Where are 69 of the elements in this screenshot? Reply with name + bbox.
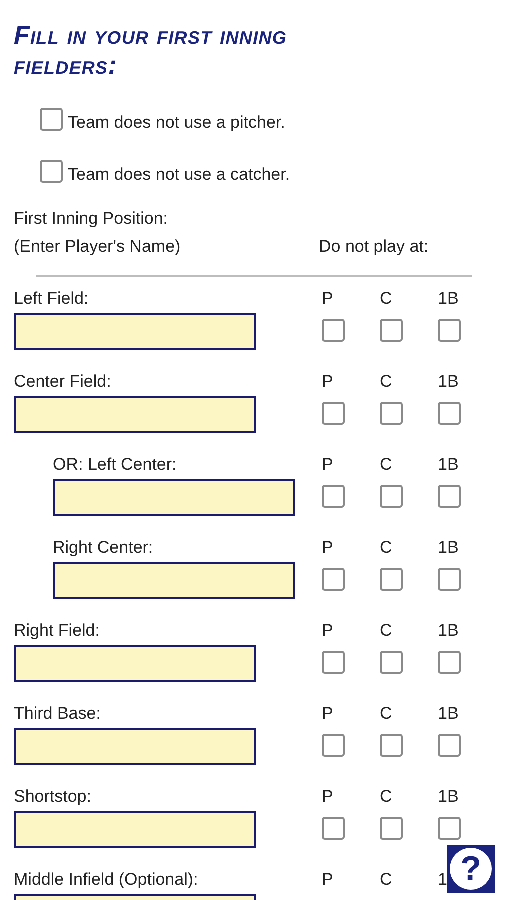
name-hint: (Enter Player's Name) — [14, 236, 182, 258]
column-label: P — [322, 704, 334, 723]
column-label: 1B — [438, 538, 459, 557]
checkbox[interactable] — [438, 817, 460, 840]
column-label: 1B — [438, 704, 459, 723]
column-label: C — [380, 372, 392, 391]
option-label: Team does not use a catcher. — [68, 164, 290, 186]
checkbox[interactable] — [380, 734, 402, 757]
player-name-field[interactable] — [53, 562, 295, 599]
player-name-field[interactable] — [14, 728, 256, 765]
player-name-field[interactable] — [53, 479, 295, 516]
column-label: P — [322, 372, 334, 391]
option-label: Team does not use a pitcher. — [68, 112, 286, 134]
column-label: 1 — [438, 870, 448, 889]
column-label: C — [380, 870, 392, 889]
checkbox[interactable] — [40, 108, 63, 132]
column-label: 1B — [438, 289, 459, 308]
checkbox[interactable] — [380, 485, 402, 508]
position-label: Left Field: — [14, 288, 90, 310]
checkbox[interactable] — [438, 568, 460, 591]
position-label: Third Base: — [14, 703, 102, 726]
checkbox[interactable] — [438, 402, 460, 425]
checkbox[interactable] — [322, 402, 344, 425]
column-label: 1B — [438, 372, 459, 391]
checkbox[interactable] — [380, 651, 402, 674]
exclude-heading: Do not play at: — [319, 236, 429, 258]
help-button[interactable]: ? — [447, 845, 495, 893]
column-label: C — [380, 787, 392, 806]
position-label: Middle Infield (Optional): — [14, 869, 200, 892]
checkbox[interactable] — [322, 734, 344, 757]
checkbox[interactable] — [438, 651, 460, 674]
column-label: P — [322, 621, 334, 640]
column-label: C — [380, 455, 392, 474]
form-title: Fill in your first inning fielders: — [14, 20, 288, 80]
section-heading: First Inning Position: — [14, 208, 170, 230]
column-label: P — [322, 538, 334, 557]
column-label: C — [380, 538, 392, 557]
column-label: 1B — [438, 787, 459, 806]
position-label: OR: Left Center: — [52, 454, 178, 476]
column-label: 1B — [438, 621, 459, 640]
column-label: P — [322, 787, 334, 806]
column-label: P — [322, 870, 334, 889]
checkbox[interactable] — [438, 734, 460, 757]
checkbox[interactable] — [322, 817, 344, 840]
checkbox[interactable] — [322, 568, 344, 591]
column-label: P — [322, 289, 334, 308]
checkbox[interactable] — [322, 319, 344, 342]
player-name-field[interactable] — [14, 811, 256, 848]
position-label: Right Field: — [14, 620, 101, 642]
column-label: P — [322, 455, 334, 474]
checkbox[interactable] — [322, 651, 344, 674]
column-label: 1B — [438, 455, 459, 474]
position-label: Center Field: — [14, 371, 112, 394]
column-label: C — [380, 621, 392, 640]
position-label: Right Center: — [52, 537, 154, 560]
player-name-field[interactable] — [14, 396, 256, 433]
checkbox[interactable] — [40, 160, 63, 183]
checkbox[interactable] — [380, 319, 402, 342]
column-label: C — [380, 289, 392, 308]
player-name-field[interactable] — [14, 645, 256, 682]
checkbox[interactable] — [380, 568, 402, 591]
position-label: Shortstop: — [14, 786, 92, 808]
column-label: C — [380, 704, 392, 723]
checkbox[interactable] — [322, 485, 344, 508]
checkbox[interactable] — [438, 485, 460, 508]
checkbox[interactable] — [380, 402, 402, 425]
checkbox[interactable] — [438, 319, 460, 342]
checkbox[interactable] — [380, 817, 402, 840]
player-name-field[interactable] — [14, 313, 256, 350]
